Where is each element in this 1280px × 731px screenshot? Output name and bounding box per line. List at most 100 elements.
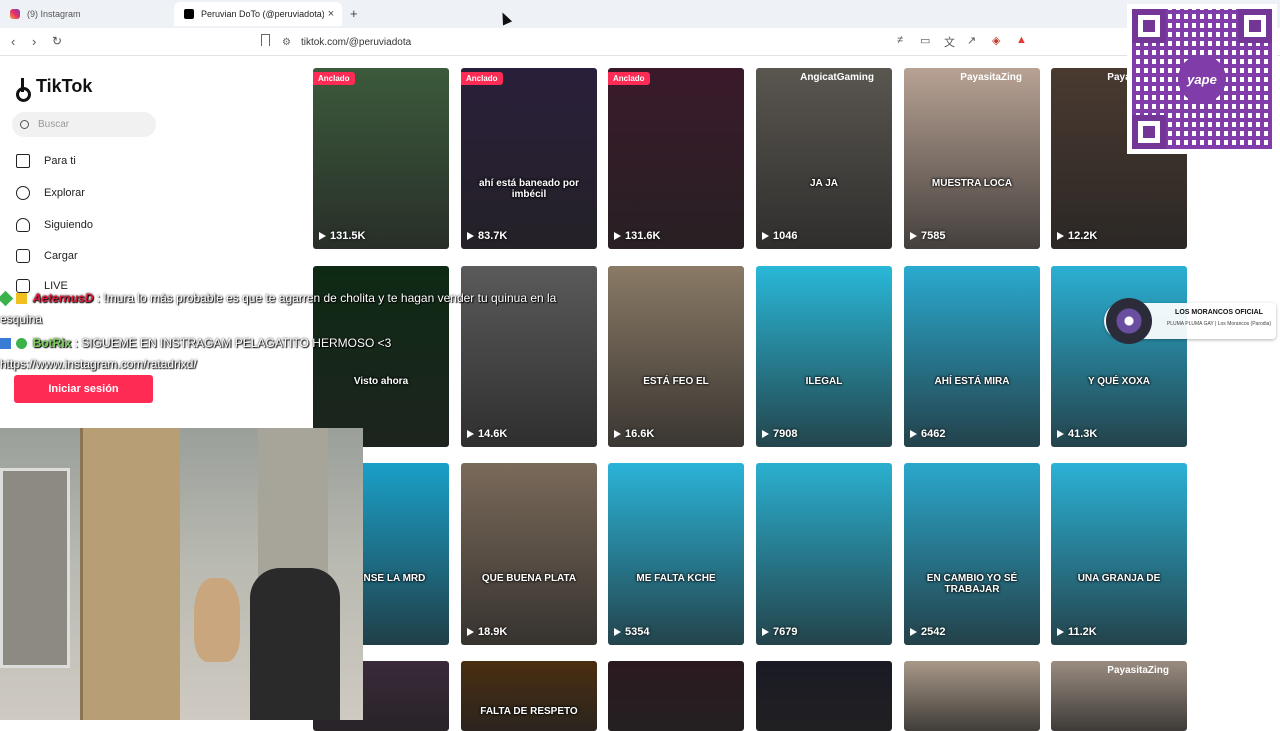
- music-promo: LOS MORANCOS OFICIAL PLUMA PLUMA GAY | L…: [1104, 298, 1276, 344]
- video-card[interactable]: [608, 661, 744, 731]
- shelf: [0, 468, 70, 668]
- sidebar-item-label: Explorar: [44, 187, 85, 199]
- video-card[interactable]: QUE BUENA PLATA 18.9K: [461, 463, 597, 645]
- view-count-text: 11.2K: [1068, 626, 1097, 638]
- qr-finder: [1238, 9, 1272, 43]
- view-count-text: 131.6K: [625, 230, 661, 242]
- home-icon: [16, 154, 30, 168]
- video-card[interactable]: ESTÁ FEO EL 16.6K: [608, 266, 744, 447]
- view-count-text: 18.9K: [478, 626, 508, 638]
- search-input[interactable]: Buscar: [12, 112, 156, 137]
- stream-chat: AeternusD : !mura lo más probable es que…: [0, 288, 560, 375]
- video-card[interactable]: UNA GRANJA DE 11.2K: [1051, 463, 1187, 645]
- video-card[interactable]: [904, 661, 1040, 731]
- video-caption: ahí está baneado por imbécil: [478, 178, 580, 200]
- shield-icon[interactable]: ◈: [992, 34, 1000, 47]
- bot-badge-icon: [0, 338, 11, 350]
- view-count: 14.6K: [467, 428, 507, 440]
- video-caption: FALTA DE RESPETO: [480, 706, 578, 717]
- people-icon: [16, 218, 30, 232]
- view-count: 1046: [762, 230, 797, 242]
- play-icon: [1057, 232, 1064, 240]
- video-card[interactable]: 7679: [756, 463, 892, 645]
- search-icon: [20, 120, 29, 129]
- view-count-text: 7679: [773, 626, 798, 638]
- play-icon: [762, 628, 769, 636]
- tiktok-icon: [184, 9, 194, 19]
- video-card[interactable]: Anclado ahí está baneado por imbécil 83.7K: [461, 68, 597, 249]
- video-card[interactable]: AngicatGaming JA JA 1046: [756, 68, 892, 249]
- video-card[interactable]: AHÍ ESTÁ MIRA 6462: [904, 266, 1040, 447]
- tab-instagram[interactable]: (9) Instagram: [0, 2, 170, 26]
- share-icon[interactable]: ↗: [967, 34, 976, 47]
- close-icon[interactable]: ×: [324, 8, 338, 20]
- qr-pattern: yape: [1132, 9, 1272, 149]
- video-card[interactable]: Anclado 131.5K: [313, 68, 449, 249]
- sidebar-item-explorar[interactable]: Explorar: [16, 186, 85, 200]
- verified-badge-icon: [16, 338, 28, 350]
- translate-icon[interactable]: 文: [944, 34, 955, 50]
- view-count-text: 12.2K: [1068, 230, 1098, 242]
- view-count-text: 14.6K: [478, 428, 508, 440]
- video-caption: UNA GRANJA DE: [1077, 573, 1161, 584]
- tiktok-logo[interactable]: TikTok: [16, 76, 92, 102]
- promo-title: LOS MORANCOS OFICIAL: [1175, 309, 1263, 316]
- new-tab-button[interactable]: +: [350, 6, 358, 21]
- bookmark-icon[interactable]: [261, 34, 270, 46]
- play-icon: [762, 232, 769, 240]
- webcam-feed: [0, 428, 363, 720]
- video-card[interactable]: [756, 661, 892, 731]
- view-count-text: 41.3K: [1068, 428, 1098, 440]
- play-icon: [614, 232, 621, 240]
- view-count: 7908: [762, 428, 797, 440]
- video-card[interactable]: ILEGAL 7908: [756, 266, 892, 447]
- video-card[interactable]: Y QUÉ XOXA 41.3K: [1051, 266, 1187, 447]
- video-card[interactable]: FALTA DE RESPETO: [461, 661, 597, 731]
- video-caption: ME FALTA KCHE: [636, 573, 716, 584]
- chat-username: AeternusD: [32, 291, 94, 305]
- alert-icon[interactable]: ▲: [1016, 34, 1027, 46]
- view-count: 5354: [614, 626, 649, 638]
- view-count: 7585: [910, 230, 945, 242]
- pinned-badge: Anclado: [461, 72, 503, 85]
- compass-icon: [16, 186, 30, 200]
- sidebar-item-label: Cargar: [44, 250, 78, 262]
- video-caption: AHÍ ESTÁ MIRA: [934, 376, 1010, 387]
- play-icon: [910, 232, 917, 240]
- site-info-icon[interactable]: ⚙: [282, 37, 291, 48]
- video-card[interactable]: PayasitaZing MUESTRA LOCA 7585: [904, 68, 1040, 249]
- video-caption: JA JA: [810, 178, 838, 189]
- chat-username: BotRix: [32, 336, 72, 350]
- extension-icon[interactable]: ▭: [920, 34, 930, 47]
- promo-subtitle: PLUMA PLUMA GAY | Los Morancos (Parodia): [1166, 321, 1272, 327]
- play-icon: [467, 628, 474, 636]
- sub-badge-icon: [16, 293, 28, 305]
- sidebar-item-para-ti[interactable]: Para ti: [16, 154, 76, 168]
- view-count-text: 7585: [921, 230, 946, 242]
- wardrobe: [80, 428, 180, 720]
- tab-tiktok[interactable]: Peruvian DoTo (@peruviadota) | ×: [174, 2, 342, 26]
- video-card[interactable]: PayasitaZing: [1051, 661, 1187, 731]
- sidebar-item-cargar[interactable]: Cargar: [16, 249, 78, 263]
- login-button[interactable]: Iniciar sesión: [14, 375, 153, 403]
- video-card[interactable]: ME FALTA KCHE 5354: [608, 463, 744, 645]
- extension-icon[interactable]: ≠: [897, 34, 903, 46]
- play-icon: [467, 232, 474, 240]
- view-count-text: 5354: [625, 626, 650, 638]
- video-card[interactable]: EN CAMBIO YO SÉ TRABAJAR 2542: [904, 463, 1040, 645]
- plus-square-icon: [16, 249, 30, 263]
- video-username: PayasitaZing: [960, 72, 1022, 83]
- forward-button[interactable]: ›: [32, 34, 36, 49]
- view-count-text: 2542: [921, 626, 946, 638]
- teddy-bear: [194, 578, 240, 662]
- video-card[interactable]: Anclado 131.6K: [608, 68, 744, 249]
- view-count: 131.6K: [614, 230, 660, 242]
- chat-message: BotRix : SIGUEME EN INSTRAGAM PELAGATITO…: [0, 333, 560, 375]
- sidebar-item-label: Siguiendo: [44, 219, 93, 231]
- view-count-text: 7908: [773, 428, 798, 440]
- back-button[interactable]: ‹: [11, 34, 15, 49]
- qr-finder: [1132, 9, 1166, 43]
- sidebar-item-siguiendo[interactable]: Siguiendo: [16, 218, 93, 232]
- video-caption: EN CAMBIO YO SÉ TRABAJAR: [926, 573, 1018, 595]
- reload-button[interactable]: ↻: [52, 34, 62, 48]
